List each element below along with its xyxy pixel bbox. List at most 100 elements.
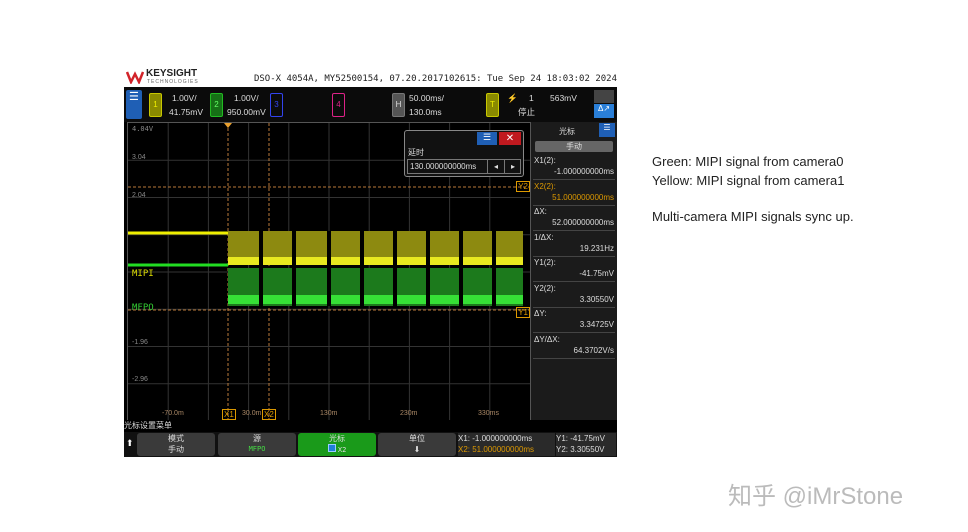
cursor-item-value: 19.231Hz	[579, 243, 614, 253]
burst-gap	[360, 231, 364, 306]
burst-gap	[426, 231, 430, 306]
y-label: 4.04V	[132, 125, 154, 133]
oscilloscope-screen: KEYSIGHT TECHNOLOGIES DSO-X 4054A, MY525…	[124, 67, 617, 457]
ch1-burst-edge	[228, 257, 523, 265]
cursor-readout-x: X1: -1.000000000ms X2: 51.000000000ms	[458, 433, 555, 456]
decrement-button[interactable]: ◂	[487, 160, 504, 173]
delay-dialog: ☰ ✕ 延时 130.000000000ms ◂ ▸	[404, 130, 524, 177]
x-label: 30.0m	[242, 410, 262, 417]
up-arrow-icon[interactable]: ⬆	[126, 438, 134, 449]
top-bar: ☰ 1 1.00V/ 41.75mV 2 1.00V/ 950.00mV 3 4…	[124, 87, 617, 122]
ch2-offset: 950.00mV	[227, 107, 266, 117]
burst-gap	[327, 231, 331, 306]
y-label: 2.04	[132, 192, 146, 199]
divider	[533, 255, 615, 257]
display-button[interactable]	[594, 90, 614, 103]
cursor-x1-marker[interactable]: X1	[222, 409, 236, 420]
channel-1-button[interactable]: 1	[149, 93, 162, 117]
delay-input[interactable]: 130.000000000ms ◂ ▸	[407, 159, 521, 174]
channel-3-button[interactable]: 3	[270, 93, 283, 117]
note-sync: Multi-camera MIPI signals sync up.	[652, 209, 854, 224]
ch1-offset: 41.75mV	[169, 107, 204, 117]
divider	[533, 204, 615, 206]
cursor-y1-marker[interactable]: Y1	[516, 307, 530, 318]
cursor-item-label: Y1(2):	[534, 258, 556, 267]
readout-x1: X1: -1.000000000ms	[458, 434, 533, 443]
ch2-scale: 1.00V/	[234, 93, 259, 103]
divider	[533, 281, 615, 282]
softkey-value: 手动	[168, 445, 184, 454]
dialog-menu-button[interactable]: ☰	[477, 132, 497, 145]
trigger-button[interactable]: T	[486, 93, 499, 117]
trigger-position-icon	[224, 123, 232, 128]
x-label: 330ms	[478, 410, 500, 417]
softkey-mode[interactable]: 模式 手动	[137, 433, 215, 456]
delay-value: 130.000000000ms	[410, 162, 477, 171]
scope-info: DSO-X 4054A, MY52500154, 07.20.201710261…	[253, 74, 617, 84]
keysight-logo-icon	[126, 71, 144, 84]
channel-4-button[interactable]: 4	[332, 93, 345, 117]
readout-x2: X2: 51.000000000ms	[458, 445, 535, 454]
divider	[533, 306, 615, 308]
burst-gap	[492, 231, 496, 306]
trigger-source: 1	[529, 93, 534, 103]
main-menu-button[interactable]: ☰	[126, 90, 142, 119]
header: KEYSIGHT TECHNOLOGIES DSO-X 4054A, MY525…	[124, 67, 617, 87]
burst-gap	[393, 231, 397, 306]
cursor-item-value: -41.75mV	[579, 269, 614, 278]
burst-gap	[459, 231, 463, 306]
cursor-item-label: ΔX:	[534, 207, 547, 216]
note-yellow: Yellow: MIPI signal from camera1	[652, 173, 845, 188]
cursor-x2-marker[interactable]: X2	[262, 409, 276, 420]
readout-y1: Y1: -41.75mV	[556, 434, 605, 443]
softkey-label: 光标	[329, 434, 345, 443]
softkey-label: 源	[253, 434, 261, 443]
brand-sub: TECHNOLOGIES	[147, 79, 199, 85]
softkey-cursor[interactable]: 光标 X2	[298, 433, 376, 456]
x-label: 230m	[400, 410, 418, 417]
softkey-value: MFPO	[248, 445, 266, 453]
brand: KEYSIGHT	[146, 68, 198, 79]
trigger-level: 563mV	[550, 93, 577, 103]
divider	[533, 332, 615, 333]
cursor-item-label: ΔY:	[534, 309, 547, 318]
menu-title: 光标设置菜单	[124, 420, 617, 432]
cursor-panel: 光标 ☰ 手动 X1(2): -1.000000000ms X2(2): 51.…	[531, 122, 617, 420]
panel-title: 光标	[559, 127, 575, 136]
horizontal-button[interactable]: H	[392, 93, 405, 117]
divider	[533, 357, 615, 359]
note-green: Green: MIPI signal from camera0	[652, 154, 844, 169]
waveform-grid[interactable]: 4.04V 3.04 2.04 -1.96 -2.96 -70.0m 30.0m…	[127, 122, 531, 422]
cursor-y2-marker[interactable]: Y2	[516, 181, 530, 192]
channel-2-button[interactable]: 2	[210, 93, 223, 117]
cursor-item-label: X1(2):	[534, 156, 556, 165]
cursor-item-value: 64.3702V/s	[573, 345, 614, 355]
divider	[533, 230, 615, 231]
softkey-units[interactable]: 单位 ⬇	[378, 433, 456, 456]
y-label: 3.04	[132, 154, 146, 161]
softkey-label: 模式	[168, 434, 184, 443]
ch2-label: MFPO	[132, 303, 154, 313]
time-delay: 130.0ms	[409, 107, 442, 117]
panel-menu-button[interactable]: ☰	[599, 123, 615, 137]
y-label: -1.96	[132, 339, 148, 346]
cursor-readout-y: Y1: -41.75mV Y2: 3.30550V	[556, 433, 616, 456]
measure-icon[interactable]: Δ↗	[594, 104, 614, 118]
cursor-item-label: X2(2):	[534, 181, 556, 191]
increment-button[interactable]: ▸	[504, 160, 521, 173]
softkey-bar: ⬆ 模式手动 源 MFPO 光标 X2 单位 ⬇ X1: -1.000000000m…	[124, 432, 617, 457]
ch1-scale: 1.00V/	[172, 93, 197, 103]
mode-button[interactable]: 手动	[535, 141, 613, 152]
cursor-item-value: 51.000000000ms	[552, 192, 614, 202]
trigger-edge-icon: ⚡	[507, 93, 518, 103]
readout-y2: Y2: 3.30550V	[556, 445, 605, 454]
close-icon[interactable]: ✕	[499, 132, 521, 145]
softkey-source[interactable]: 源 MFPO	[218, 433, 296, 456]
softkey-value: X2	[337, 446, 347, 454]
y-label: -2.96	[132, 376, 148, 383]
cursor-item-label: 1/ΔX:	[534, 232, 554, 242]
cursor-item-value: -1.000000000ms	[553, 167, 614, 176]
time-scale: 50.00ms/	[409, 93, 444, 103]
cursor-item-label: Y2(2):	[534, 283, 556, 293]
run-status: 停止	[518, 107, 536, 117]
